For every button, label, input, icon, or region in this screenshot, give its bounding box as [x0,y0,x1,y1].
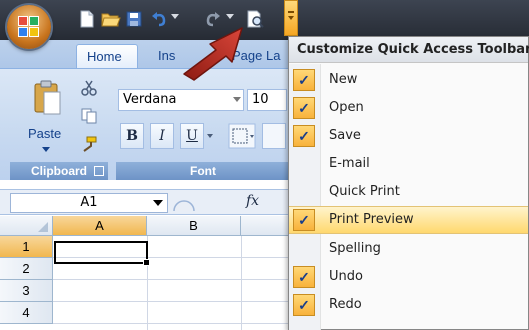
grid-line [241,236,242,330]
paste-button-label[interactable]: Paste [28,126,61,141]
new-icon[interactable] [79,10,95,28]
underline-dropdown-icon[interactable] [207,134,213,138]
menu-item-undo[interactable]: ✓ Undo [289,263,528,291]
chevron-down-icon [233,97,241,102]
menu-item-label: E-mail [329,156,370,171]
format-painter-icon[interactable] [80,136,98,152]
column-header-a[interactable]: A [53,216,147,236]
menu-item-spelling[interactable]: Spelling [289,235,528,263]
menu-item-label: Save [329,128,361,143]
grid-line [53,323,290,324]
font-size-combo[interactable]: 10 [247,89,287,111]
checkmark-icon: ✓ [293,69,315,91]
grid-line [53,279,290,280]
undo-icon[interactable] [151,10,167,28]
insert-function-icon[interactable]: fx [246,193,259,209]
tab-home[interactable]: Home [76,44,138,68]
annotation-arrow-icon [183,27,243,81]
cut-icon[interactable] [80,80,98,96]
menu-item-save[interactable]: ✓ Save [289,122,528,150]
office-logo-icon [18,16,40,38]
checkmark-icon: ✓ [293,294,315,316]
menu-item-print-preview[interactable]: ✓ Print Preview [289,206,528,234]
font-name-combo[interactable]: Verdana [118,89,244,111]
menu-item-label: Open [329,100,364,115]
menu-item-quick-print[interactable]: Quick Print [289,178,528,206]
customize-qat-menu: Customize Quick Access Toolbar ✓ New ✓ O… [288,36,529,330]
font-group-label: Font [116,162,290,180]
paste-dropdown-icon[interactable] [42,147,50,152]
column-header-b[interactable]: B [147,216,241,236]
name-box[interactable]: A1 [10,193,168,213]
checkmark-icon: ✓ [293,209,315,231]
copy-icon[interactable] [80,108,98,124]
customize-qat-button[interactable] [284,0,298,36]
office-button[interactable] [7,5,51,49]
select-all-corner[interactable] [0,216,53,236]
title-bar [0,0,529,40]
grid-line [53,301,290,302]
menu-item-label: Print Preview [329,212,414,227]
worksheet-grid[interactable]: A B 1 2 3 4 [0,216,290,330]
chevron-down-icon [153,200,163,206]
menu-item-email[interactable]: E-mail [289,150,528,178]
row-header-2[interactable]: 2 [0,258,53,280]
menu-item-open[interactable]: ✓ Open [289,94,528,122]
italic-button[interactable]: I [150,123,174,149]
formula-bar: A1 fx [0,189,290,215]
row-header-1[interactable]: 1 [0,236,53,258]
bold-button[interactable]: B [120,123,144,149]
dialog-launcher-icon[interactable] [94,166,104,176]
menu-item-label: New [329,72,358,87]
menu-item-label: Quick Print [329,184,400,199]
menu-title: Customize Quick Access Toolbar [289,37,529,63]
clipboard-group-label: Clipboard [10,162,108,180]
menu-item-label: Spelling [329,241,381,256]
menu-item-label: Undo [329,269,363,284]
row-header-3[interactable]: 3 [0,280,53,302]
checkmark-icon: ✓ [293,125,315,147]
menu-item-label: Redo [329,297,362,312]
menu-item-new[interactable]: ✓ New [289,66,528,94]
underline-button[interactable]: U [180,123,204,149]
menu-item-redo[interactable]: ✓ Redo [289,291,528,319]
paste-icon[interactable] [32,80,62,116]
row-header-4[interactable]: 4 [0,302,53,324]
active-cell-a1[interactable] [54,241,150,266]
column-header-c[interactable] [241,216,290,236]
checkmark-icon: ✓ [293,97,315,119]
checkmark-icon: ✓ [293,266,315,288]
open-icon[interactable] [101,10,121,28]
borders-icon[interactable] [228,123,256,149]
save-icon[interactable] [126,10,142,28]
formula-bar-collapse-icon[interactable] [172,193,196,213]
fill-color-button[interactable] [262,123,286,149]
